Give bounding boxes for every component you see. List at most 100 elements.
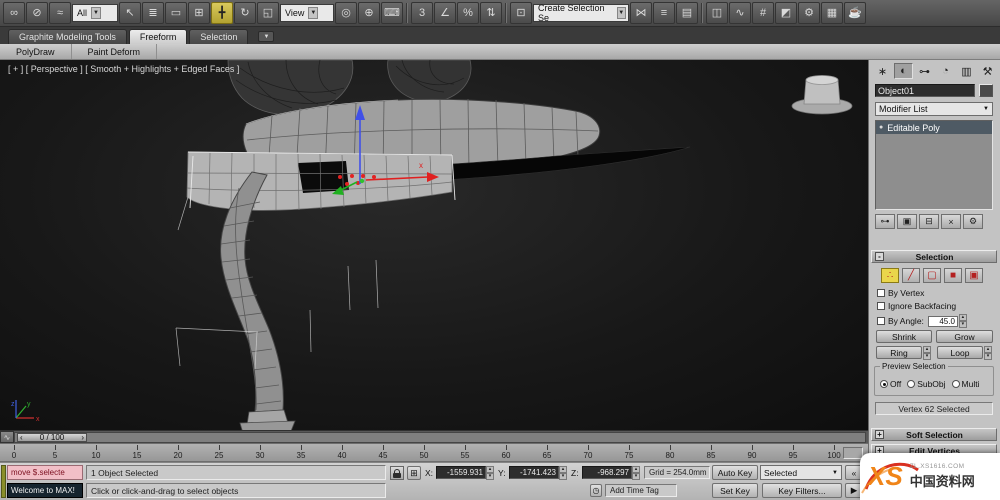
utilities-tab-icon[interactable]: ⚒ xyxy=(978,63,997,79)
shrink-button[interactable]: Shrink xyxy=(876,330,932,343)
listener-scrollbar[interactable] xyxy=(1,465,6,498)
select-and-move-icon[interactable]: ╋ xyxy=(211,2,233,24)
snap-toggle-3d-icon[interactable]: 3 xyxy=(411,2,433,24)
add-time-tag-field[interactable]: Add Time Tag xyxy=(605,484,677,497)
maxscript-listener-line[interactable]: Welcome to MAX! xyxy=(7,483,83,498)
radio-off[interactable]: Off xyxy=(880,379,901,389)
y-coord-field[interactable]: -1741.423 xyxy=(509,466,559,479)
panel-polydraw[interactable]: PolyDraw xyxy=(0,44,72,59)
selection-filter-dropdown[interactable]: All ▼ xyxy=(72,4,118,22)
select-and-scale-icon[interactable]: ◱ xyxy=(257,2,279,24)
y-coord-spinner[interactable]: ▴ ▾ xyxy=(559,466,567,480)
select-and-link-icon[interactable]: ∞ xyxy=(3,2,25,24)
mirror-icon[interactable]: ⋈ xyxy=(630,2,652,24)
time-slider-handle[interactable]: ‹ 0 / 100 › xyxy=(17,432,87,442)
ribbon-minimize-icon[interactable]: ▼ xyxy=(258,31,275,42)
radio-icon[interactable] xyxy=(880,380,888,388)
radio-subobj[interactable]: SubObj xyxy=(907,379,946,389)
prop-object[interactable] xyxy=(791,75,853,115)
time-slider-track[interactable]: ‹ 0 / 100 › xyxy=(14,431,866,443)
border-subobject-icon[interactable]: ▢ xyxy=(923,268,941,283)
remove-modifier-icon[interactable]: × xyxy=(941,214,961,229)
ring-spinner[interactable]: ▴ ▾ xyxy=(923,346,931,360)
rollout-selection[interactable]: - Selection xyxy=(871,250,997,263)
curve-editor-icon[interactable]: ∿ xyxy=(729,2,751,24)
make-unique-icon[interactable]: ⊟ xyxy=(919,214,939,229)
radio-icon[interactable] xyxy=(951,380,960,388)
key-filters-button[interactable]: Key Filters... xyxy=(762,483,842,498)
expand-icon[interactable]: + xyxy=(875,430,884,439)
x-coord-spinner[interactable]: ▴ ▾ xyxy=(486,466,494,480)
percent-snap-icon[interactable]: % xyxy=(457,2,479,24)
tab-freeform[interactable]: Freeform xyxy=(128,29,188,44)
perspective-viewport[interactable]: [ + ] [ Perspective ] [ Smooth + Highlig… xyxy=(0,60,868,430)
checkbox-icon[interactable] xyxy=(877,289,885,297)
modifier-stack[interactable]: ● Editable Poly xyxy=(875,120,993,210)
motion-tab-icon[interactable]: ◔ xyxy=(936,63,955,79)
show-end-result-icon[interactable]: ▣ xyxy=(897,214,917,229)
time-tag-icon[interactable]: ◷ xyxy=(590,484,602,497)
auto-key-button[interactable]: Auto Key xyxy=(712,465,758,480)
x-coord-field[interactable]: -1559.931 xyxy=(436,466,486,479)
object-color-swatch[interactable] xyxy=(979,84,993,97)
macro-recorder-line[interactable]: move $.selecte xyxy=(7,465,83,480)
select-object-icon[interactable]: ↖ xyxy=(119,2,141,24)
z-coord-field[interactable]: -968.297 xyxy=(582,466,632,479)
frame-next-icon[interactable]: › xyxy=(81,433,84,442)
object-name-field[interactable]: Object01 xyxy=(875,84,975,97)
loop-button[interactable]: Loop xyxy=(937,346,983,359)
select-by-name-icon[interactable]: ≣ xyxy=(142,2,164,24)
unlink-selection-icon[interactable]: ⊘ xyxy=(26,2,48,24)
spinner-snap-icon[interactable]: ⇅ xyxy=(480,2,502,24)
display-tab-icon[interactable]: ▥ xyxy=(957,63,976,79)
panel-paint-deform[interactable]: Paint Deform xyxy=(72,44,158,59)
render-setup-icon[interactable]: ⚙ xyxy=(798,2,820,24)
create-tab-icon[interactable]: ∗ xyxy=(873,63,892,79)
tab-selection[interactable]: Selection xyxy=(189,29,249,44)
stack-item-editable-poly[interactable]: ● Editable Poly xyxy=(876,121,992,134)
loop-spinner[interactable]: ▴ ▾ xyxy=(984,346,992,360)
named-selection-dropdown[interactable]: Create Selection Se ▼ xyxy=(533,3,629,23)
modify-tab-icon[interactable]: ◐ xyxy=(894,63,913,79)
angle-snap-icon[interactable]: ∠ xyxy=(434,2,456,24)
vertex-subobject-icon[interactable]: ∴ xyxy=(881,268,899,283)
rendered-frame-window-icon[interactable]: ▦ xyxy=(821,2,843,24)
material-editor-icon[interactable]: ◩ xyxy=(775,2,797,24)
grow-button[interactable]: Grow xyxy=(936,330,993,343)
frame-prev-icon[interactable]: ‹ xyxy=(20,433,23,442)
use-pivot-center-icon[interactable]: ◎ xyxy=(335,2,357,24)
rollout-soft-selection[interactable]: + Soft Selection xyxy=(871,428,997,441)
checkbox-icon[interactable] xyxy=(877,317,885,325)
ignore-backfacing-checkbox[interactable]: Ignore Backfacing xyxy=(877,301,956,311)
reference-coordinate-dropdown[interactable]: View ▼ xyxy=(280,4,334,22)
tab-graphite-modeling-tools[interactable]: Graphite Modeling Tools xyxy=(8,29,127,44)
angle-value-field[interactable]: 45.0 xyxy=(927,315,958,327)
window-crossing-icon[interactable]: ⊞ xyxy=(188,2,210,24)
modifier-list-dropdown[interactable]: Modifier List ▼ xyxy=(875,102,993,116)
edit-named-selections-icon[interactable]: ⊡ xyxy=(510,2,532,24)
render-production-icon[interactable]: ☕ xyxy=(844,2,866,24)
absolute-mode-icon[interactable]: ⊞ xyxy=(407,466,421,480)
rectangular-region-icon[interactable]: ▭ xyxy=(165,2,187,24)
configure-modifier-sets-icon[interactable]: ⚙ xyxy=(963,214,983,229)
by-vertex-checkbox[interactable]: By Vertex xyxy=(877,288,924,298)
radio-icon[interactable] xyxy=(907,380,916,388)
edge-subobject-icon[interactable]: ╱ xyxy=(902,268,920,283)
angle-spinner[interactable]: ▴ ▾ xyxy=(958,314,967,328)
checkbox-icon[interactable] xyxy=(877,302,885,310)
polygon-subobject-icon[interactable]: ■ xyxy=(944,268,962,283)
hierarchy-tab-icon[interactable]: ⊶ xyxy=(915,63,934,79)
graphite-ribbon-toggle-icon[interactable]: ◫ xyxy=(706,2,728,24)
element-subobject-icon[interactable]: ▣ xyxy=(965,268,983,283)
track-bar[interactable]: 0 5 10 15 20 25 30 35 40 45 50 55 60 65 … xyxy=(0,443,868,462)
selection-lock-icon[interactable] xyxy=(390,466,404,480)
bind-spacewarp-icon[interactable]: ≈ xyxy=(49,2,71,24)
mini-curve-editor-icon[interactable]: ∿ xyxy=(0,431,14,443)
radio-multi[interactable]: Multi xyxy=(951,379,980,389)
align-icon[interactable]: ≡ xyxy=(653,2,675,24)
key-mode-dropdown[interactable]: Selected ▼ xyxy=(760,465,842,480)
select-and-rotate-icon[interactable]: ↻ xyxy=(234,2,256,24)
by-angle-checkbox[interactable]: By Angle: 45.0 ▴ ▾ xyxy=(877,314,967,328)
stack-bulb-icon[interactable]: ● xyxy=(879,124,883,131)
viewport-canvas[interactable]: x x y z xyxy=(0,60,868,430)
